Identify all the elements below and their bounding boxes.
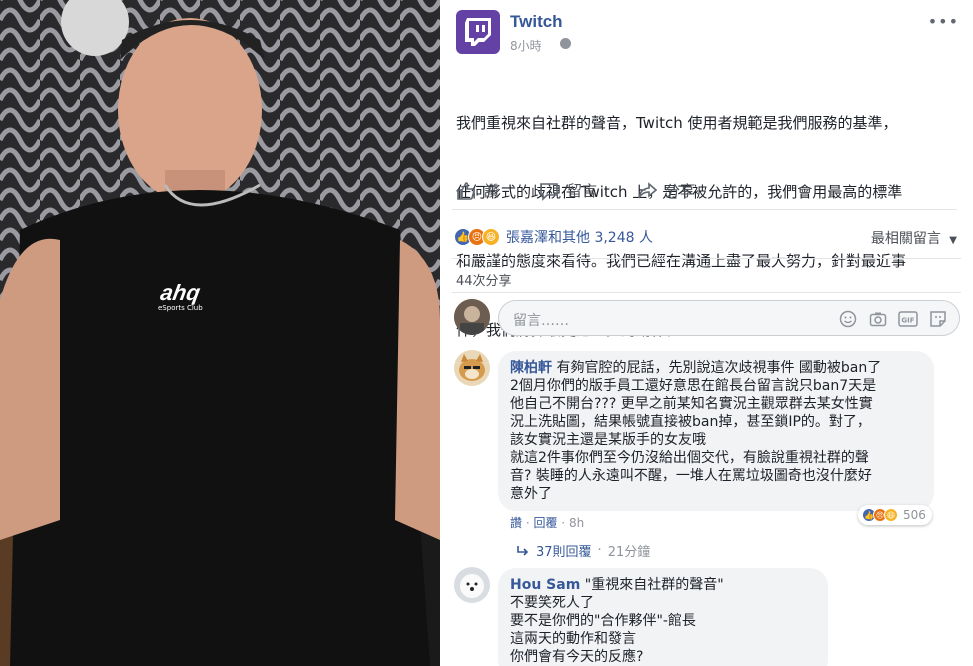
- comment-sort-label: 最相關留言: [870, 231, 941, 247]
- shares-count-link[interactable]: 44次分享: [456, 270, 512, 289]
- post-photo[interactable]: ahq eSports Club: [0, 0, 440, 666]
- comment-text: 音? 裝睡的人永遠叫不醒，一堆人在罵垃圾圖奇也沒什麼好: [510, 468, 872, 484]
- gif-icon[interactable]: GIF: [897, 308, 919, 330]
- comment-sort-dropdown[interactable]: 最相關留言 ▼: [871, 228, 957, 248]
- reactions-summary-text[interactable]: 張嘉澤和其他 3,248 人: [506, 227, 653, 247]
- share-label: 分享: [665, 182, 696, 200]
- post-text-line: 我們重視來自社群的聲音，Twitch 使用者規範是我們服務的基準，: [456, 114, 898, 132]
- haha-reaction-icon: 😆: [482, 228, 500, 246]
- shiba-avatar-image: [454, 350, 490, 386]
- comment-label: 留言: [567, 182, 598, 200]
- comment-bubble: Hou Sam "重視來自社群的聲音" 不要笑死人了 要不是你們的"合作夥伴"-…: [498, 568, 828, 666]
- globe-icon: [560, 38, 571, 49]
- reply-arrow-icon: [517, 545, 529, 556]
- camera-icon[interactable]: [867, 308, 889, 330]
- comment-text: 要不是你們的"合作夥伴"-館長: [510, 613, 696, 629]
- comment-text: 不要笑死人了: [510, 595, 594, 611]
- comment-text: 意外了: [510, 486, 552, 502]
- replies-separator: ·: [597, 543, 602, 558]
- comment-reply-link[interactable]: 回覆: [533, 516, 557, 530]
- shirt-logo: ahq eSports Club: [158, 280, 203, 312]
- comment-text: 有夠官腔的屁話，先別說這次歧視事件 國動被ban了: [556, 360, 882, 376]
- emoji-icon[interactable]: [837, 308, 859, 330]
- comment-text: 他自己不開台??? 更早之前某知名實況主觀眾群去某女性實: [510, 396, 873, 412]
- comment-author-link[interactable]: 陳柏軒: [510, 360, 552, 376]
- divider: [452, 292, 961, 293]
- commenter-avatar[interactable]: [454, 350, 490, 386]
- share-icon: [638, 181, 658, 198]
- replies-count: 37則回覆: [536, 545, 592, 560]
- comment-text: 就這2件事你們至今仍沒給出個交代，有臉說重視社群的聲: [510, 450, 869, 466]
- comment-bubble: 陳柏軒 有夠官腔的屁話，先別說這次歧視事件 國動被ban了 2個月你們的版手員工…: [498, 351, 934, 511]
- shirt-logo-text: ahq: [158, 280, 203, 305]
- replies-time: 21分鐘: [607, 545, 651, 560]
- twitch-logo-icon: [465, 18, 491, 46]
- comment-text: 該女實況主還是某版手的女友哦: [510, 432, 706, 448]
- comment-input[interactable]: 留言…… GIF: [498, 300, 960, 336]
- comment-placeholder: 留言……: [513, 313, 569, 329]
- user-avatar[interactable]: [454, 299, 490, 335]
- thumbs-up-icon: [457, 181, 475, 200]
- svg-text:GIF: GIF: [901, 317, 914, 325]
- comment-line: 陳柏軒 有夠官腔的屁話，先別說這次歧視事件 國動被ban了: [510, 359, 922, 377]
- comment-author-link[interactable]: Hou Sam: [510, 577, 580, 593]
- haha-reaction-icon: 😆: [884, 508, 898, 522]
- comment-button[interactable]: 留言: [539, 180, 597, 201]
- like-label: 讚: [484, 182, 500, 200]
- comment-text: 你們會有今天的反應?: [510, 649, 644, 665]
- caret-down-icon: ▼: [949, 235, 957, 246]
- comment-text: 2個月你們的版手員工還好意思在館長台留言說只ban7天是: [510, 378, 877, 394]
- like-button[interactable]: 讚: [456, 180, 499, 201]
- comment-text: 況上洗貼圖，結果帳號直接被ban掉，甚至鎖IP的。對了，: [510, 414, 871, 430]
- comment-icon: [540, 182, 558, 201]
- post-text-line: 和嚴謹的態度來看待。我們已經在溝通上盡了最大努力，針對最近事: [456, 252, 907, 270]
- comment-input-tools: GIF: [837, 308, 949, 330]
- user-avatar-image: [454, 299, 490, 335]
- share-button[interactable]: 分享: [637, 180, 695, 201]
- comment-text: "重視來自社群的聲音": [584, 577, 724, 593]
- page-name-link[interactable]: Twitch: [510, 12, 563, 32]
- comment-text: 這兩天的動作和發言: [510, 631, 636, 647]
- sticker-icon[interactable]: [927, 308, 949, 330]
- comment-like-link[interactable]: 讚: [510, 516, 522, 530]
- dog-avatar-image: [454, 567, 490, 603]
- comment-reaction-count: 506: [903, 508, 926, 522]
- post-timestamp[interactable]: 8小時: [510, 37, 542, 54]
- post-action-bar: 讚 留言 分享: [452, 172, 957, 210]
- twitch-page-avatar[interactable]: [456, 10, 500, 54]
- comment-time[interactable]: 8h: [569, 516, 584, 530]
- more-options-icon[interactable]: •••: [928, 12, 959, 31]
- comment-reactions-pill[interactable]: 👍 😠 😆 506: [858, 505, 932, 525]
- comment-meta: 讚 · 回覆 · 8h: [510, 516, 585, 530]
- view-replies-link[interactable]: 37則回覆 · 21分鐘: [516, 541, 650, 560]
- facebook-post-panel: Twitch 8小時 ••• 我們重視來自社群的聲音，Twitch 使用者規範是…: [440, 0, 973, 666]
- divider: [452, 258, 961, 259]
- commenter-avatar[interactable]: [454, 567, 490, 603]
- photo-illustration: [0, 0, 440, 666]
- comment-line: Hou Sam "重視來自社群的聲音": [510, 576, 816, 594]
